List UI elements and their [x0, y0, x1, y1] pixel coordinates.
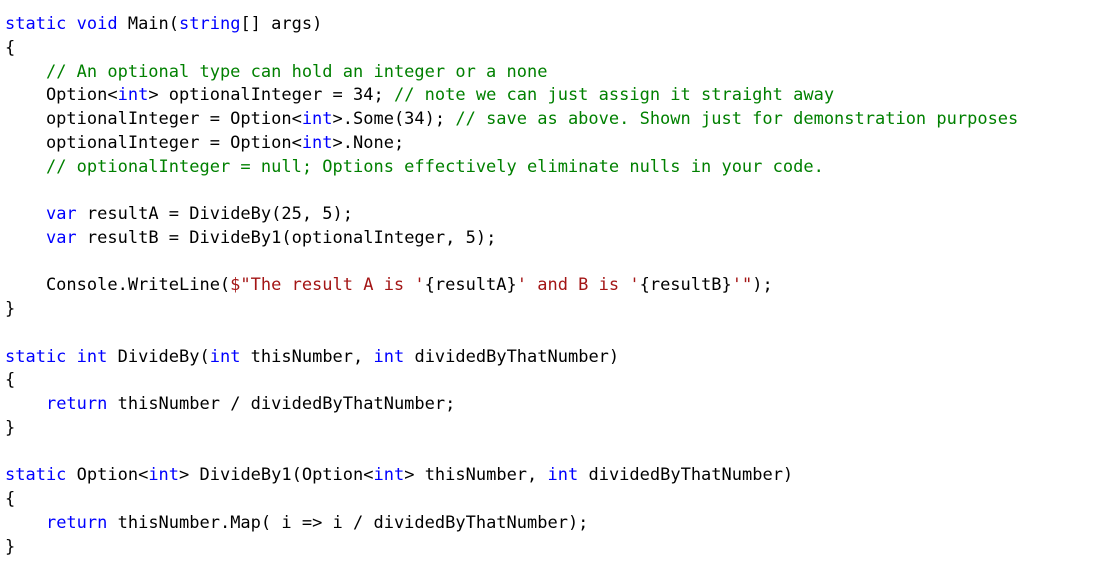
- code-line: }: [5, 298, 1115, 322]
- code-token: optionalInteger = Option<: [5, 109, 302, 129]
- code-line: // An optional type can hold an integer …: [5, 61, 1115, 85]
- code-token: );: [752, 275, 773, 296]
- code-line: Console.WriteLine($"The result A is '{re…: [5, 274, 1115, 298]
- keyword-token: int: [148, 465, 180, 486]
- code-token: > DivideBy1(Option<: [179, 465, 374, 486]
- keyword-token: string: [179, 14, 241, 34]
- keyword-token: int: [301, 132, 333, 153]
- code-line: var resultA = DivideBy(25, 5);: [5, 203, 1115, 227]
- code-line: }: [5, 417, 1115, 441]
- string-token: ' and B is ': [516, 275, 640, 296]
- code-token: Option<: [5, 85, 118, 106]
- code-token: }: [5, 417, 16, 438]
- string-token: '": [731, 275, 753, 296]
- code-token: }: [5, 536, 16, 557]
- code-token: [] args): [240, 14, 323, 34]
- keyword-token: int: [373, 346, 405, 367]
- comment-token: // optionalInteger = null; Options effec…: [45, 156, 824, 177]
- code-token: {: [5, 37, 16, 58]
- code-token: Console.WriteLine(: [5, 275, 231, 296]
- code-editor[interactable]: static void Main(string[] args){ // An o…: [5, 13, 1115, 578]
- comment-token: // save as above. Shown just for demonst…: [455, 109, 1019, 129]
- keyword-token: static int: [5, 346, 118, 367]
- code-line: {: [5, 37, 1115, 61]
- code-token: resultA = DivideBy(25, 5);: [76, 204, 354, 224]
- code-token: {resultB}: [639, 275, 732, 296]
- keyword-token: var: [45, 227, 77, 248]
- comment-token: // An optional type can hold an integer …: [45, 61, 548, 82]
- keyword-token: int: [547, 465, 579, 486]
- code-token: {resultA}: [424, 275, 517, 296]
- keyword-token: return: [45, 512, 108, 533]
- code-token: >.None;: [332, 132, 405, 153]
- code-line: return thisNumber.Map( i => i / dividedB…: [5, 512, 1115, 536]
- code-line: optionalInteger = Option<int>.None;: [5, 132, 1115, 156]
- comment-token: // note we can just assign it straight a…: [393, 85, 835, 106]
- code-line: var resultB = DivideBy1(optionalInteger,…: [5, 227, 1115, 251]
- string-token: $"The result A is ': [230, 275, 425, 296]
- code-token: thisNumber.Map( i => i / dividedByThatNu…: [107, 512, 589, 533]
- code-token: {: [5, 370, 16, 391]
- keyword-token: int: [373, 465, 405, 486]
- code-token: dividedByThatNumber): [404, 346, 620, 367]
- code-token: thisNumber,: [240, 346, 374, 367]
- code-token: dividedByThatNumber): [578, 465, 794, 486]
- code-token: resultB = DivideBy1(optionalInteger, 5);: [76, 227, 497, 248]
- keyword-token: return: [45, 394, 108, 414]
- code-line: {: [5, 488, 1115, 512]
- code-token: }: [5, 299, 16, 319]
- code-line: // optionalInteger = null; Options effec…: [5, 156, 1115, 180]
- code-token: thisNumber / dividedByThatNumber;: [107, 394, 456, 414]
- code-line: static void Main(string[] args): [5, 13, 1115, 37]
- code-token: {: [5, 489, 16, 509]
- code-token: Main(: [127, 14, 180, 34]
- code-token: >.Some(34);: [332, 109, 456, 129]
- code-line: return thisNumber / dividedByThatNumber;: [5, 393, 1115, 417]
- keyword-token: int: [301, 109, 333, 129]
- keyword-token: var: [45, 204, 77, 224]
- code-line: Option<int> optionalInteger = 34; // not…: [5, 84, 1115, 108]
- keyword-token: int: [209, 346, 241, 367]
- code-token: Option<: [76, 465, 149, 486]
- code-line: {: [5, 369, 1115, 393]
- keyword-token: int: [117, 85, 149, 106]
- code-line: }: [5, 536, 1115, 560]
- code-token: > thisNumber,: [404, 465, 548, 486]
- code-line: optionalInteger = Option<int>.Some(34); …: [5, 108, 1115, 132]
- code-token: DivideBy(: [117, 346, 210, 367]
- code-token: optionalInteger = Option<: [5, 132, 302, 153]
- code-line: static int DivideBy(int thisNumber, int …: [5, 346, 1115, 370]
- code-token: > optionalInteger = 34;: [148, 85, 394, 106]
- code-line: static Option<int> DivideBy1(Option<int>…: [5, 464, 1115, 488]
- keyword-token: static: [5, 465, 77, 486]
- keyword-token: static void: [5, 14, 128, 34]
